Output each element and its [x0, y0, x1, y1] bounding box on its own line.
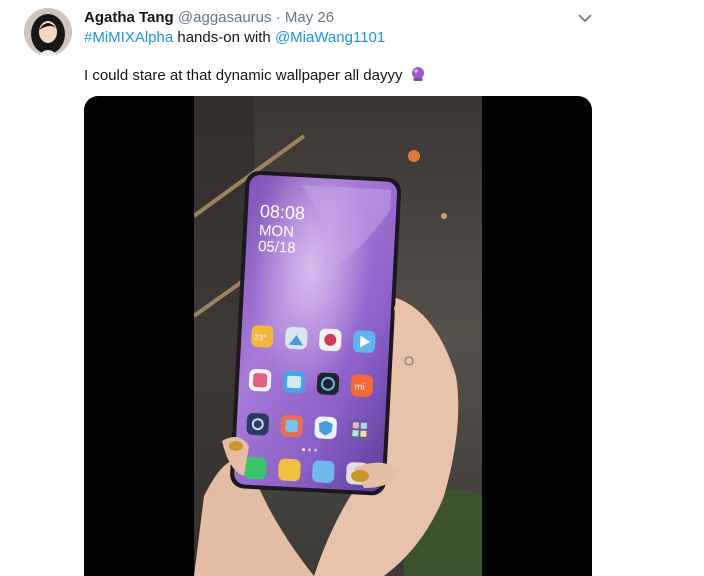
author-name[interactable]: Agatha Tang	[84, 9, 174, 26]
tweet-header: Agatha Tang @aggasaurus · May 26	[84, 8, 334, 28]
svg-text:mi: mi	[355, 381, 365, 391]
mention-link[interactable]: @MiaWang1101	[275, 29, 385, 46]
hashtag-link[interactable]: #MiMIXAlpha	[84, 29, 173, 46]
camera-app-icon	[316, 372, 340, 396]
weather-temp: 23°	[254, 333, 267, 343]
phone-date: 05/18	[258, 238, 296, 257]
settings-app-icon	[246, 412, 270, 436]
subline-text: hands-on with	[173, 29, 275, 46]
video-frame: 08:08 MON 05/18 23° mi	[194, 96, 482, 576]
avatar-image	[24, 8, 72, 56]
tweet-date[interactable]: May 26	[285, 9, 334, 26]
notes-app-icon	[278, 458, 301, 482]
separator-dot: ·	[275, 9, 281, 26]
chevron-down-icon[interactable]	[577, 10, 593, 26]
author-handle[interactable]: @aggasaurus	[178, 9, 272, 26]
phone-app-icon	[244, 456, 267, 480]
video-scene: 08:08 MON 05/18 23° mi	[194, 96, 482, 576]
tweet-text: I could stare at that dynamic wallpaper …	[84, 67, 403, 84]
tweet-subline: #MiMIXAlpha hands-on with @MiaWang1101	[84, 28, 385, 48]
crystal-ball-emoji-icon	[411, 67, 424, 81]
tweet-video[interactable]: 08:08 MON 05/18 23° mi	[84, 96, 592, 576]
phone-clock: 08:08	[259, 201, 305, 223]
avatar[interactable]	[24, 8, 72, 56]
tools-app-icon	[348, 418, 371, 441]
messages-app-icon	[312, 460, 335, 483]
tweet-body: I could stare at that dynamic wallpaper …	[84, 66, 426, 86]
